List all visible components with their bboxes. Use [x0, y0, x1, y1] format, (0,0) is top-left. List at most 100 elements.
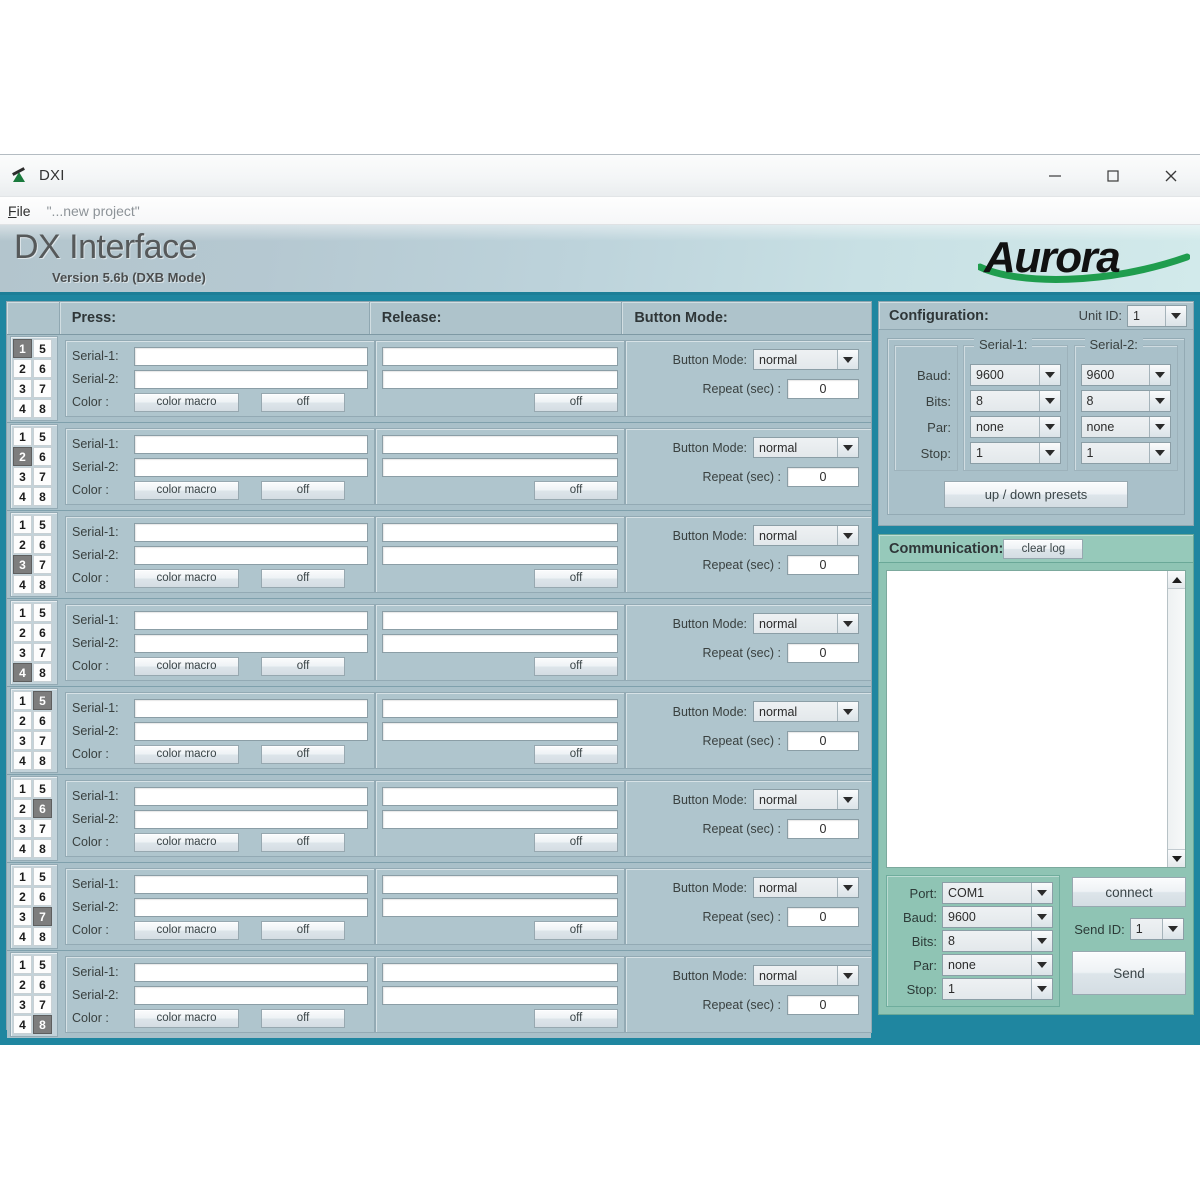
button-number-7[interactable]: 7: [33, 907, 52, 926]
config-serial1-stop-select[interactable]: 1: [970, 442, 1061, 464]
button-number-2[interactable]: 2: [13, 887, 32, 906]
comm-bits-select[interactable]: 8: [942, 930, 1053, 952]
config-serial1-baud-select[interactable]: 9600: [970, 364, 1061, 386]
button-number-5[interactable]: 5: [33, 779, 52, 798]
button-number-5[interactable]: 5: [33, 603, 52, 622]
config-serial2-bits-select[interactable]: 8: [1080, 390, 1171, 412]
button-number-4[interactable]: 4: [13, 927, 32, 946]
repeat-input[interactable]: 0: [787, 907, 859, 927]
button-number-6[interactable]: 6: [33, 975, 52, 994]
press-color-macro-button[interactable]: color macro: [134, 392, 239, 412]
button-number-1[interactable]: 1: [13, 691, 32, 710]
press-serial1-input[interactable]: [134, 698, 368, 718]
release-color-off-button[interactable]: off: [534, 832, 618, 852]
press-color-off-button[interactable]: off: [261, 1008, 345, 1028]
press-color-off-button[interactable]: off: [261, 920, 345, 940]
button-number-5[interactable]: 5: [33, 867, 52, 886]
scroll-up-icon[interactable]: [1168, 571, 1185, 589]
button-mode-select[interactable]: normal: [753, 701, 859, 722]
release-serial1-input[interactable]: [382, 434, 618, 454]
button-number-7[interactable]: 7: [33, 555, 52, 574]
press-color-macro-button[interactable]: color macro: [134, 832, 239, 852]
button-number-1[interactable]: 1: [13, 339, 32, 358]
button-number-3[interactable]: 3: [13, 555, 32, 574]
button-number-8[interactable]: 8: [33, 927, 52, 946]
press-serial2-input[interactable]: [134, 369, 368, 389]
menu-item-file[interactable]: File: [8, 203, 31, 219]
minimize-icon[interactable]: [1026, 155, 1084, 196]
release-serial1-input[interactable]: [382, 522, 618, 542]
release-serial2-input[interactable]: [382, 721, 618, 741]
button-number-2[interactable]: 2: [13, 359, 32, 378]
port-select[interactable]: COM1: [942, 882, 1053, 904]
release-serial2-input[interactable]: [382, 457, 618, 477]
button-number-2[interactable]: 2: [13, 975, 32, 994]
button-mode-select[interactable]: normal: [753, 349, 859, 370]
button-number-6[interactable]: 6: [33, 623, 52, 642]
button-number-8[interactable]: 8: [33, 663, 52, 682]
press-color-off-button[interactable]: off: [261, 656, 345, 676]
button-number-5[interactable]: 5: [33, 955, 52, 974]
button-number-6[interactable]: 6: [33, 447, 52, 466]
press-color-off-button[interactable]: off: [261, 832, 345, 852]
button-number-7[interactable]: 7: [33, 995, 52, 1014]
release-color-off-button[interactable]: off: [534, 480, 618, 500]
press-color-off-button[interactable]: off: [261, 392, 345, 412]
press-serial1-input[interactable]: [134, 434, 368, 454]
button-mode-select[interactable]: normal: [753, 965, 859, 986]
button-number-6[interactable]: 6: [33, 887, 52, 906]
repeat-input[interactable]: 0: [787, 731, 859, 751]
release-color-off-button[interactable]: off: [534, 568, 618, 588]
press-color-macro-button[interactable]: color macro: [134, 656, 239, 676]
button-number-5[interactable]: 5: [33, 691, 52, 710]
log-text-area[interactable]: [887, 571, 1167, 867]
button-number-4[interactable]: 4: [13, 1015, 32, 1034]
button-number-2[interactable]: 2: [13, 535, 32, 554]
press-color-macro-button[interactable]: color macro: [134, 1008, 239, 1028]
button-number-4[interactable]: 4: [13, 399, 32, 418]
button-number-3[interactable]: 3: [13, 731, 32, 750]
config-serial2-par-select[interactable]: none: [1080, 416, 1171, 438]
release-color-off-button[interactable]: off: [534, 744, 618, 764]
button-number-pad[interactable]: 15263748: [10, 688, 58, 773]
press-serial1-input[interactable]: [134, 522, 368, 542]
release-serial1-input[interactable]: [382, 962, 618, 982]
button-number-2[interactable]: 2: [13, 447, 32, 466]
button-number-5[interactable]: 5: [33, 339, 52, 358]
button-number-5[interactable]: 5: [33, 427, 52, 446]
comm-stop-select[interactable]: 1: [942, 978, 1053, 1000]
repeat-input[interactable]: 0: [787, 643, 859, 663]
press-serial1-input[interactable]: [134, 874, 368, 894]
config-serial1-par-select[interactable]: none: [970, 416, 1061, 438]
release-color-off-button[interactable]: off: [534, 656, 618, 676]
maximize-icon[interactable]: [1084, 155, 1142, 196]
button-number-3[interactable]: 3: [13, 379, 32, 398]
button-number-1[interactable]: 1: [13, 955, 32, 974]
button-number-8[interactable]: 8: [33, 751, 52, 770]
button-number-6[interactable]: 6: [33, 711, 52, 730]
release-serial1-input[interactable]: [382, 346, 618, 366]
press-serial2-input[interactable]: [134, 985, 368, 1005]
release-serial1-input[interactable]: [382, 786, 618, 806]
log-scrollbar[interactable]: [1167, 571, 1185, 867]
button-number-8[interactable]: 8: [33, 575, 52, 594]
release-color-off-button[interactable]: off: [534, 1008, 618, 1028]
button-number-pad[interactable]: 15263748: [10, 952, 58, 1037]
button-number-2[interactable]: 2: [13, 711, 32, 730]
button-number-6[interactable]: 6: [33, 535, 52, 554]
button-number-8[interactable]: 8: [33, 1015, 52, 1034]
button-number-8[interactable]: 8: [33, 839, 52, 858]
press-serial2-input[interactable]: [134, 545, 368, 565]
press-serial2-input[interactable]: [134, 633, 368, 653]
repeat-input[interactable]: 0: [787, 379, 859, 399]
release-serial1-input[interactable]: [382, 610, 618, 630]
button-number-1[interactable]: 1: [13, 603, 32, 622]
button-number-1[interactable]: 1: [13, 515, 32, 534]
release-serial2-input[interactable]: [382, 545, 618, 565]
scroll-down-icon[interactable]: [1168, 849, 1185, 867]
clear-log-button[interactable]: clear log: [1003, 538, 1084, 559]
button-number-7[interactable]: 7: [33, 379, 52, 398]
send-id-select[interactable]: 1: [1129, 918, 1184, 940]
button-number-6[interactable]: 6: [33, 359, 52, 378]
button-number-4[interactable]: 4: [13, 575, 32, 594]
